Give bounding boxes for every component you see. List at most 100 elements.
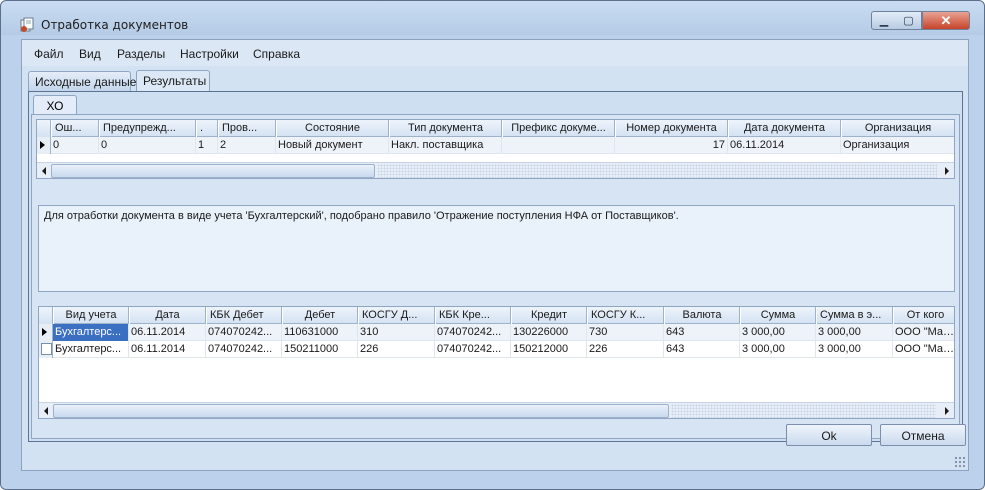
maximize-icon: ▢ (903, 15, 914, 27)
entries-grid-hscroll[interactable] (39, 402, 954, 418)
row-indicator (39, 341, 53, 358)
cell-kosgu-debit[interactable]: 310 (358, 324, 435, 341)
hscroll-track[interactable] (671, 404, 936, 418)
resize-grip-icon[interactable] (954, 456, 966, 468)
row-indicator-header (37, 120, 51, 137)
tab-source-data[interactable]: Исходные данные (28, 71, 136, 91)
menu-file[interactable]: Файл (34, 47, 64, 61)
cell-doc-prefix[interactable] (502, 137, 615, 154)
col-date[interactable]: Дата (129, 307, 206, 324)
tab-results[interactable]: Результаты (136, 70, 210, 92)
col-kbk-debit[interactable]: КБК Дебет (206, 307, 282, 324)
table-row[interactable]: Бухгалтерс... 06.11.2014 074070242... 15… (39, 341, 954, 358)
col-checks[interactable]: Пров... (218, 120, 276, 137)
tab-xo[interactable]: ХО (33, 95, 77, 115)
menu-help[interactable]: Справка (253, 47, 300, 61)
documents-app-icon (20, 17, 34, 32)
maximize-button[interactable]: ▢ (896, 11, 922, 30)
col-currency[interactable]: Валюта (664, 307, 740, 324)
col-accounting-type[interactable]: Вид учета (53, 307, 129, 324)
col-dot[interactable]: . (196, 120, 218, 137)
cell-kosgu-credit[interactable]: 226 (587, 341, 664, 358)
col-doc-date[interactable]: Дата документа (728, 120, 841, 137)
cell-amount-eq[interactable]: 3 000,00 (816, 324, 893, 341)
close-button[interactable]: ✕ (922, 11, 970, 30)
cell-amount-eq[interactable]: 3 000,00 (816, 341, 893, 358)
scroll-right-icon[interactable] (945, 167, 949, 175)
cell-dot[interactable]: 1 (196, 137, 218, 154)
row-indicator-header (39, 307, 53, 324)
col-amount-eq[interactable]: Сумма в э... (816, 307, 893, 324)
hscroll-thumb[interactable] (53, 404, 669, 418)
col-status[interactable]: Состояние (276, 120, 389, 137)
col-debit[interactable]: Дебет (282, 307, 358, 324)
cell-kbk-debit[interactable]: 074070242... (206, 341, 282, 358)
window-title: Отработка документов (41, 18, 189, 32)
documents-grid: Ош... Предупрежд... . Пров... Состояние … (36, 119, 955, 179)
documents-grid-hscroll[interactable] (37, 162, 954, 178)
cell-doc-number[interactable]: 17 (615, 137, 728, 154)
col-kbk-credit[interactable]: КБК Кре... (435, 307, 511, 324)
cell-kosgu-debit[interactable]: 226 (358, 341, 435, 358)
col-doc-prefix[interactable]: Префикс докуме... (502, 120, 615, 137)
cell-organization[interactable]: Организация (841, 137, 954, 154)
col-kosgu-debit[interactable]: КОСГУ Д... (358, 307, 435, 324)
menu-settings[interactable]: Настройки (180, 47, 239, 61)
cell-credit[interactable]: 130226000 (511, 324, 587, 341)
col-doc-number[interactable]: Номер документа (615, 120, 728, 137)
menu-bar: Файл Вид Разделы Настройки Справка (22, 40, 968, 66)
cell-amount[interactable]: 3 000,00 (740, 324, 816, 341)
cell-kbk-credit[interactable]: 074070242... (435, 324, 511, 341)
cell-date[interactable]: 06.11.2014 (129, 341, 206, 358)
cell-credit[interactable]: 150212000 (511, 341, 587, 358)
col-errors[interactable]: Ош... (51, 120, 99, 137)
main-window: Отработка документов ▁ ▢ ✕ Файл Вид Разд… (0, 0, 985, 490)
hscroll-track[interactable] (377, 164, 937, 178)
col-doc-type[interactable]: Тип документа (389, 120, 502, 137)
cell-date[interactable]: 06.11.2014 (129, 324, 206, 341)
title-bar[interactable]: Отработка документов ▁ ▢ ✕ (1, 1, 984, 35)
cell-currency[interactable]: 643 (664, 341, 740, 358)
cell-kosgu-credit[interactable]: 730 (587, 324, 664, 341)
documents-grid-header: Ош... Предупрежд... . Пров... Состояние … (37, 120, 954, 137)
cell-from-whom[interactable]: ООО "Маст... (893, 324, 954, 341)
scroll-left-icon[interactable] (44, 407, 48, 415)
cell-status[interactable]: Новый документ (276, 137, 389, 154)
scroll-left-icon[interactable] (42, 167, 46, 175)
cell-doc-date[interactable]: 06.11.2014 (728, 137, 841, 154)
xo-tab-page: Ош... Предупрежд... . Пров... Состояние … (31, 114, 960, 439)
current-row-arrow-icon (42, 328, 47, 336)
cell-checks[interactable]: 2 (218, 137, 276, 154)
cell-accounting-type[interactable]: Бухгалтерс... (53, 324, 129, 341)
col-from-whom[interactable]: От кого (893, 307, 954, 324)
cell-kbk-credit[interactable]: 074070242... (435, 341, 511, 358)
entries-grid-header: Вид учета Дата КБК Дебет Дебет КОСГУ Д..… (39, 307, 954, 324)
col-amount[interactable]: Сумма (740, 307, 816, 324)
row-indicator (37, 137, 51, 154)
cell-accounting-type[interactable]: Бухгалтерс... (53, 341, 129, 358)
ok-button[interactable]: Ok (786, 424, 872, 446)
close-icon: ✕ (940, 12, 952, 28)
menu-view[interactable]: Вид (79, 47, 101, 61)
cancel-button[interactable]: Отмена (880, 424, 966, 446)
cell-doc-type[interactable]: Накл. поставщика (389, 137, 502, 154)
col-credit[interactable]: Кредит (511, 307, 587, 324)
menu-sections[interactable]: Разделы (117, 47, 165, 61)
cell-currency[interactable]: 643 (664, 324, 740, 341)
col-organization[interactable]: Организация (841, 120, 954, 137)
cell-debit[interactable]: 150211000 (282, 341, 358, 358)
table-row[interactable]: Бухгалтерс... 06.11.2014 074070242... 11… (39, 324, 954, 341)
col-warnings[interactable]: Предупрежд... (99, 120, 196, 137)
hscroll-thumb[interactable] (51, 164, 375, 178)
scroll-right-icon[interactable] (945, 407, 949, 415)
cell-from-whom[interactable]: ООО "Маст... (893, 341, 954, 358)
cell-warnings[interactable]: 0 (99, 137, 196, 154)
cell-debit[interactable]: 110631000 (282, 324, 358, 341)
cell-amount[interactable]: 3 000,00 (740, 341, 816, 358)
cell-kbk-debit[interactable]: 074070242... (206, 324, 282, 341)
col-kosgu-credit[interactable]: КОСГУ К... (587, 307, 664, 324)
row-indicator (39, 324, 53, 341)
cell-errors[interactable]: 0 (51, 137, 99, 154)
minimize-button[interactable]: ▁ (871, 11, 897, 30)
table-row[interactable]: 0 0 1 2 Новый документ Накл. поставщика … (37, 137, 954, 154)
